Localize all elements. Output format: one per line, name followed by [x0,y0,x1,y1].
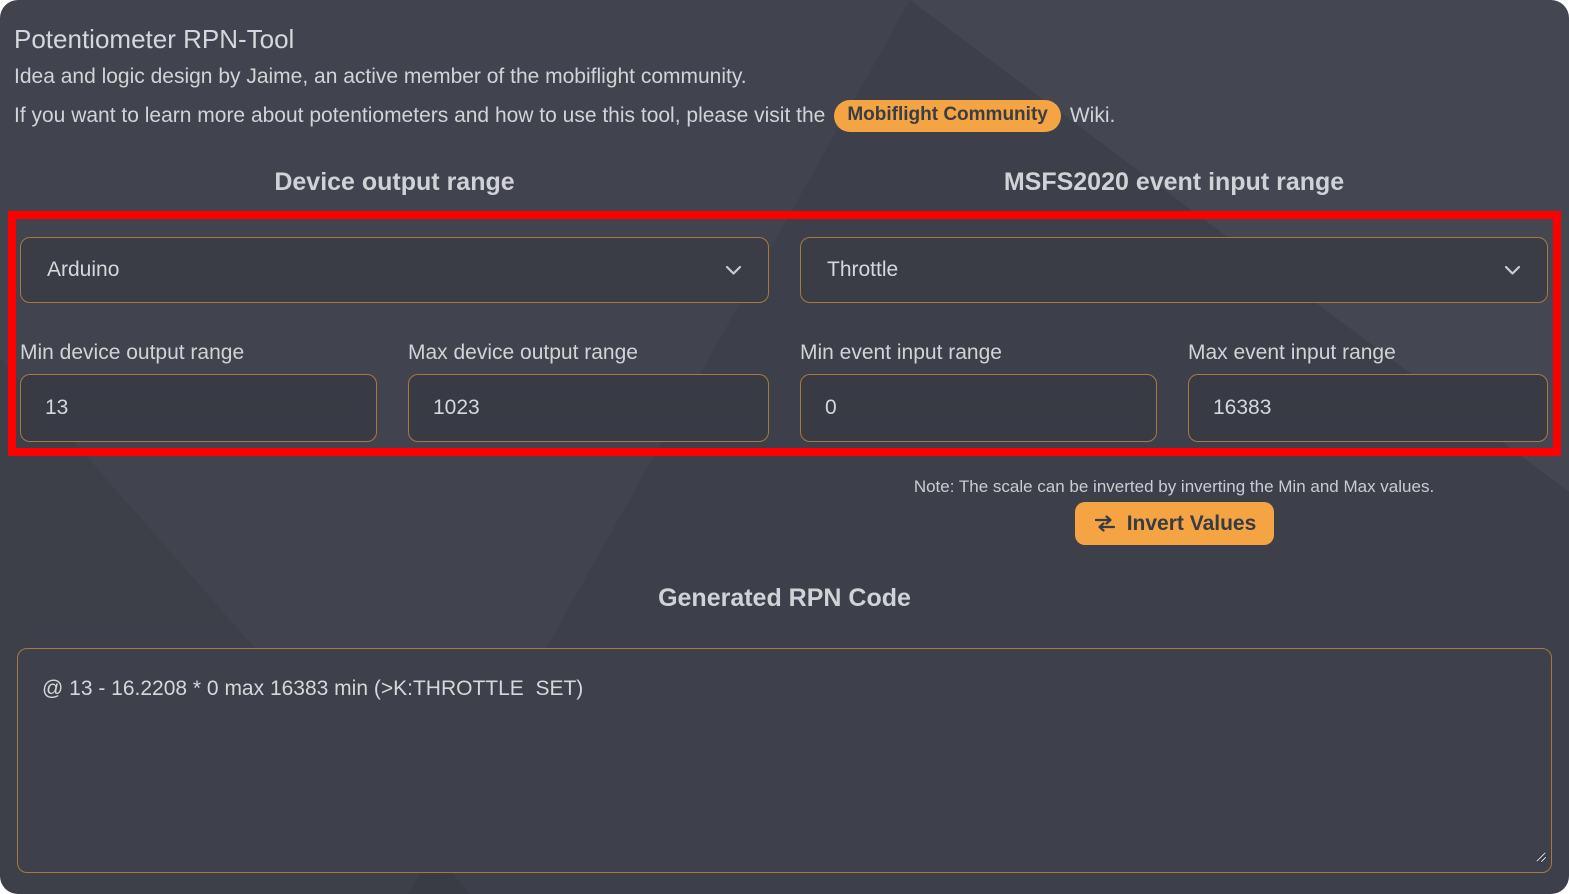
chevron-down-icon [725,265,742,276]
max-event-input-input[interactable] [1188,374,1548,442]
info-line-prefix: If you want to learn more about potentio… [14,104,826,127]
rpn-code-container: @ 13 - 16.2208 * 0 max 16383 min (>K:THR… [17,648,1552,873]
info-line: If you want to learn more about potentio… [14,100,1115,132]
mobiflight-community-link[interactable]: Mobiflight Community [834,100,1061,132]
device-select-value: Arduino [47,258,120,281]
device-output-range-heading: Device output range [274,168,515,196]
min-device-output-label: Min device output range [20,341,245,364]
min-device-output-input[interactable] [20,374,377,442]
event-select-value: Throttle [827,258,899,281]
page-title: Potentiometer RPN-Tool [14,24,295,54]
chevron-down-icon [1504,265,1521,276]
rpn-code-textarea[interactable]: @ 13 - 16.2208 * 0 max 16383 min (>K:THR… [17,648,1552,873]
subtitle-credit-line: Idea and logic design by Jaime, an activ… [14,65,747,88]
generated-rpn-code-heading: Generated RPN Code [658,584,911,612]
invert-note: Note: The scale can be inverted by inver… [913,477,1435,496]
invert-values-button[interactable]: Invert Values [1075,502,1274,545]
invert-values-label: Invert Values [1126,511,1257,535]
device-select[interactable]: Arduino [20,237,769,303]
swap-arrows-icon [1093,515,1117,532]
event-select[interactable]: Throttle [800,237,1548,303]
min-event-input-label: Min event input range [800,341,1002,364]
max-device-output-input[interactable] [408,374,769,442]
max-event-input-label: Max event input range [1188,341,1396,364]
max-device-output-label: Max device output range [408,341,638,364]
min-event-input-input[interactable] [800,374,1157,442]
info-line-suffix: Wiki. [1069,104,1116,127]
event-input-range-heading: MSFS2020 event input range [1003,168,1345,196]
potentiometer-rpn-tool-window: Potentiometer RPN-Tool Idea and logic de… [0,0,1569,894]
